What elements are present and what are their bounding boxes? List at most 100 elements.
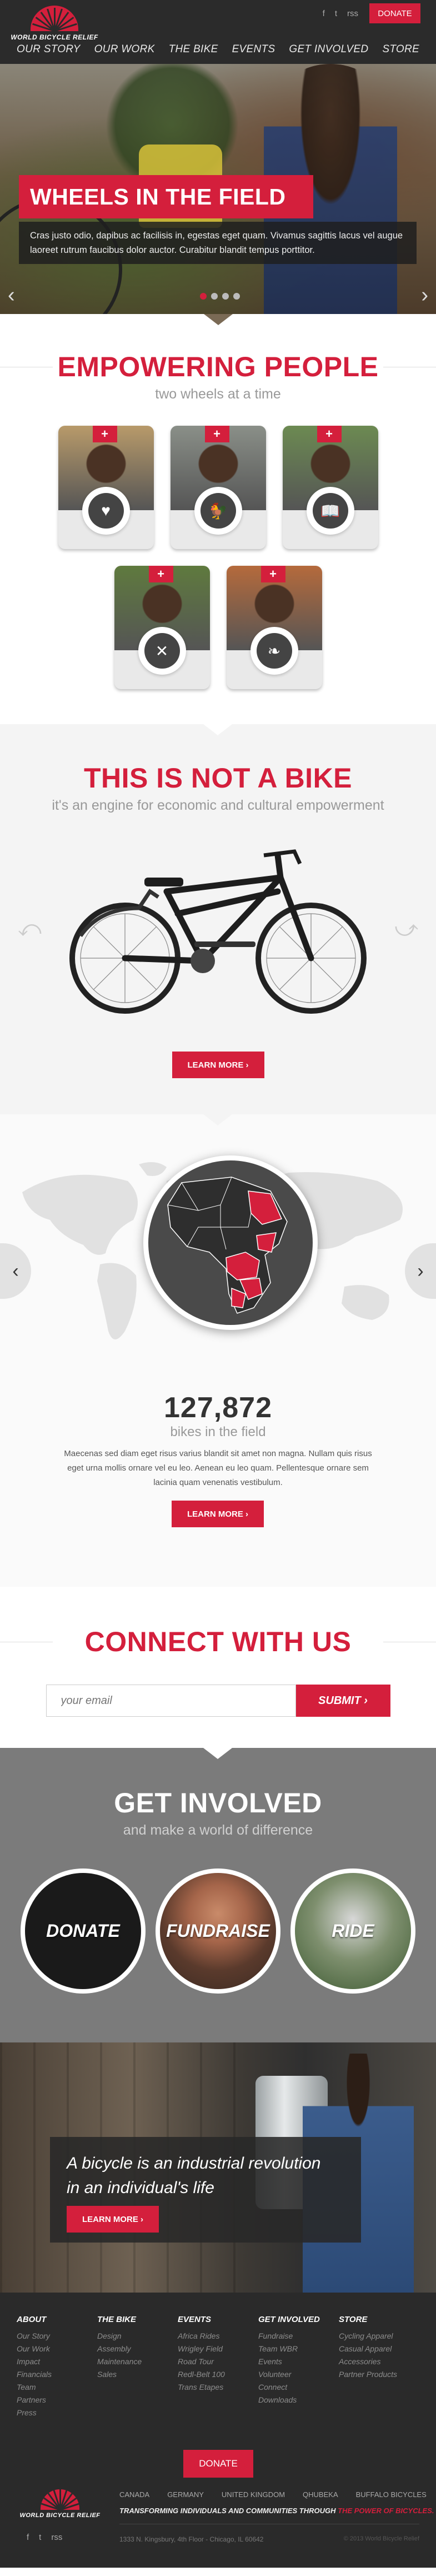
footer-link[interactable]: Partner Products <box>339 2368 419 2381</box>
footer-link[interactable]: Maintenance <box>97 2355 178 2368</box>
footer-column-title: STORE <box>339 2315 368 2324</box>
impact-learn-more-button[interactable]: LEARN MORE › <box>172 1501 264 1527</box>
slider-prev-icon[interactable]: ‹ <box>8 283 15 307</box>
bike-image <box>69 849 367 1014</box>
newsletter-form: SUBMIT › <box>46 1685 390 1717</box>
plus-icon[interactable]: + <box>204 426 229 442</box>
person-card[interactable]: + ♥ <box>58 426 154 549</box>
footer-copyright: © 2013 World Bicycle Relief <box>343 2535 419 2542</box>
footer-link[interactable]: Cycling Apparel <box>339 2330 419 2343</box>
nav-our-story[interactable]: OUR STORY <box>17 43 81 56</box>
bike-rotate-left-icon[interactable]: ⤺ <box>18 916 42 941</box>
person-card[interactable]: + ❧ <box>226 566 322 689</box>
fundraise-circle[interactable]: FUNDRAISE <box>156 1869 280 1994</box>
footer-link[interactable]: Connect <box>258 2381 339 2394</box>
revolution-learn-more-button[interactable]: LEARN MORE › <box>67 2206 159 2233</box>
get-involved-section: GET INVOLVED and make a world of differe… <box>0 1748 436 2042</box>
rss-icon[interactable]: rss <box>347 9 358 18</box>
card-badge: ♥ <box>82 487 130 535</box>
person-card[interactable]: + 📖 <box>282 426 378 549</box>
footer-link[interactable]: Assembly <box>97 2343 178 2355</box>
nav-the-bike[interactable]: THE BIKE <box>169 43 218 56</box>
logo-text: WORLD BICYCLE RELIEF <box>19 2512 101 2519</box>
footer-address: 1333 N. Kingsbury, 4th Floor - Chicago, … <box>119 2535 264 2543</box>
submit-button[interactable]: SUBMIT › <box>295 1685 390 1717</box>
footer-link[interactable]: Road Tour <box>178 2355 258 2368</box>
footer-link[interactable]: Team WBR <box>258 2343 339 2355</box>
footer-column: ABOUT Our Story Our Work Impact Financials Te… <box>17 2315 97 2419</box>
bike-rotate-right-icon[interactable]: ⤻ <box>394 916 418 941</box>
footer-link[interactable]: Accessories <box>339 2355 419 2368</box>
twitter-icon[interactable]: t <box>39 2533 41 2542</box>
twitter-icon[interactable]: t <box>335 9 337 18</box>
heart-icon: ♥ <box>88 493 124 529</box>
quote-line: A bicycle is an industrial revolution <box>67 2154 321 2173</box>
person-card[interactable]: + ✕ <box>114 566 210 689</box>
slider-dot[interactable] <box>233 293 240 300</box>
nav-events[interactable]: EVENTS <box>232 43 275 56</box>
people-cards: + ♥ + 🐓 + 📖 + ✕ + ❧ <box>52 426 385 689</box>
donate-button[interactable]: DONATE <box>369 3 420 23</box>
footer-link[interactable]: Our Work <box>17 2343 97 2355</box>
country-links: CANADA GERMANY UNITED KINGDOM QHUBEKA BU… <box>119 2490 427 2499</box>
footer-link[interactable]: Team <box>17 2381 97 2394</box>
rss-icon[interactable]: rss <box>51 2533 62 2542</box>
footer-link[interactable]: Partners <box>17 2394 97 2406</box>
footer-link[interactable]: Casual Apparel <box>339 2343 419 2355</box>
plus-icon[interactable]: + <box>260 566 285 582</box>
footer-link[interactable]: Fundraise <box>258 2330 339 2343</box>
footer-column-title: GET INVOLVED <box>258 2315 320 2324</box>
footer-link[interactable]: Downloads <box>258 2394 339 2406</box>
connect-title: CONNECT WITH US <box>0 1626 436 1658</box>
person-card[interactable]: + 🐓 <box>170 426 266 549</box>
footer-link[interactable]: Our Story <box>17 2330 97 2343</box>
email-input[interactable] <box>46 1685 296 1717</box>
quote-box: A bicycle is an industrial revolution in… <box>50 2137 361 2243</box>
country-link[interactable]: GERMANY <box>167 2490 204 2499</box>
nav-our-work[interactable]: OUR WORK <box>94 43 155 56</box>
nav-get-involved[interactable]: GET INVOLVED <box>289 43 368 56</box>
footer-link[interactable]: Design <box>97 2330 178 2343</box>
logo[interactable]: WORLD BICYCLE RELIEF <box>11 6 98 41</box>
bikes-count-label: bikes in the field <box>170 1424 266 1439</box>
facebook-icon[interactable]: f <box>323 9 325 18</box>
footer-link[interactable]: Impact <box>17 2355 97 2368</box>
footer-donate-button[interactable]: DONATE <box>183 2450 253 2478</box>
footer-link[interactable]: Africa Rides <box>178 2330 258 2343</box>
footer-link[interactable]: Financials <box>17 2368 97 2381</box>
footer-link[interactable]: Trans Etapes <box>178 2381 258 2394</box>
footer-column: STORE Cycling Apparel Casual Apparel Access… <box>339 2315 419 2419</box>
plant-icon: ❧ <box>256 633 292 669</box>
impact-text: Maecenas sed diam eget risus varius blan… <box>64 1449 372 1487</box>
country-link[interactable]: QHUBEKA <box>303 2490 338 2499</box>
bike-learn-more-button[interactable]: LEARN MORE › <box>172 1052 264 1078</box>
slider-dot[interactable] <box>200 293 207 300</box>
plus-icon[interactable]: + <box>92 426 117 442</box>
footer-link[interactable]: Volunteer <box>258 2368 339 2381</box>
quote-text: A bicycle is an industrial revolution in… <box>67 2151 320 2200</box>
donate-circle[interactable]: DONATE <box>21 1869 146 1994</box>
slider-dot[interactable] <box>222 293 229 300</box>
slider-dot[interactable] <box>211 293 218 300</box>
footer-column: EVENTS Africa Rides Wrigley Field Road Tour… <box>178 2315 258 2419</box>
footer-column-title: EVENTS <box>178 2315 212 2324</box>
country-link[interactable]: CANADA <box>119 2490 149 2499</box>
footer-logo[interactable]: WORLD BICYCLE RELIEF <box>19 2489 101 2519</box>
footer-link[interactable]: Sales <box>97 2368 178 2381</box>
bikes-count: 127,872 <box>164 1392 272 1424</box>
footer-link[interactable]: Press <box>17 2406 97 2419</box>
footer-link[interactable]: Redl-Belt 100 <box>178 2368 258 2381</box>
notbike-title: THIS IS NOT A BIKE <box>83 763 353 794</box>
country-link[interactable]: BUFFALO BICYCLES <box>356 2490 427 2499</box>
slider-next-icon[interactable]: › <box>421 283 428 307</box>
plus-icon[interactable]: + <box>148 566 173 582</box>
facebook-icon[interactable]: f <box>27 2533 29 2542</box>
hero-title: WHEELS IN THE FIELD <box>19 175 313 218</box>
country-link[interactable]: UNITED KINGDOM <box>222 2490 285 2499</box>
plus-icon[interactable]: + <box>317 426 342 442</box>
nav-store[interactable]: STORE <box>382 43 419 56</box>
footer-link[interactable]: Events <box>258 2355 339 2368</box>
footer-link[interactable]: Wrigley Field <box>178 2343 258 2355</box>
ride-circle[interactable]: RIDE <box>290 1869 415 1994</box>
footer-tagline: TRANSFORMING INDIVIDUALS AND COMMUNITIES… <box>119 2507 434 2515</box>
